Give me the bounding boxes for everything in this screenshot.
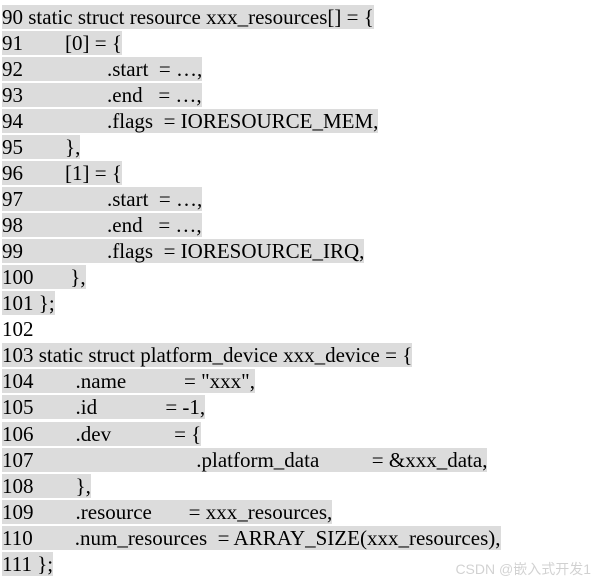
line-text: },	[34, 474, 91, 498]
line-number: 108	[2, 474, 34, 498]
code-line: 111 };	[2, 551, 597, 577]
line-text: .end = …,	[23, 213, 202, 237]
code-line: 100 },	[2, 264, 597, 290]
line-text: },	[34, 265, 86, 289]
line-number: 95	[2, 135, 23, 159]
code-line: 101 };	[2, 290, 597, 316]
line-number: 109	[2, 500, 34, 524]
code-line: 102	[2, 316, 597, 342]
line-text: .flags = IORESOURCE_MEM,	[23, 109, 378, 133]
code-line: 95 },	[2, 134, 597, 160]
line-number: 93	[2, 83, 23, 107]
line-number: 105	[2, 395, 34, 419]
code-line: 105 .id = -1,	[2, 394, 597, 420]
line-text: .num_resources = ARRAY_SIZE(xxx_resource…	[33, 526, 501, 550]
code-line: 97 .start = …,	[2, 186, 597, 212]
code-line: 94 .flags = IORESOURCE_MEM,	[2, 108, 597, 134]
line-number: 102	[2, 317, 34, 341]
line-text: .resource = xxx_resources,	[34, 500, 333, 524]
code-block: 90 static struct resource xxx_resources[…	[0, 0, 597, 581]
line-text: .platform_data = &xxx_data,	[34, 448, 488, 472]
line-text: .start = …,	[23, 57, 202, 81]
line-number: 110	[2, 526, 33, 550]
code-line: 99 .flags = IORESOURCE_IRQ,	[2, 238, 597, 264]
line-number: 104	[2, 369, 34, 393]
line-number: 100	[2, 265, 34, 289]
line-text: [0] = {	[23, 31, 122, 55]
code-line: 93 .end = …,	[2, 82, 597, 108]
line-number: 91	[2, 31, 23, 55]
code-line: 108 },	[2, 473, 597, 499]
line-number: 98	[2, 213, 23, 237]
line-number: 90	[2, 5, 23, 29]
line-text: [1] = {	[23, 161, 122, 185]
line-text: };	[32, 552, 53, 576]
code-line: 107 .platform_data = &xxx_data,	[2, 447, 597, 473]
line-text: };	[34, 291, 55, 315]
line-text: .flags = IORESOURCE_IRQ,	[23, 239, 364, 263]
line-text: .dev = {	[34, 422, 202, 446]
line-text: static struct platform_device xxx_device…	[34, 343, 413, 367]
code-line: 92 .start = …,	[2, 56, 597, 82]
line-number: 96	[2, 161, 23, 185]
line-number: 99	[2, 239, 23, 263]
code-line: 98 .end = …,	[2, 212, 597, 238]
line-number: 111	[2, 552, 32, 576]
line-text: .end = …,	[23, 83, 202, 107]
line-number: 94	[2, 109, 23, 133]
code-line: 106 .dev = {	[2, 421, 597, 447]
line-number: 107	[2, 448, 34, 472]
line-number: 103	[2, 343, 34, 367]
code-line: 110 .num_resources = ARRAY_SIZE(xxx_reso…	[2, 525, 597, 551]
line-text: static struct resource xxx_resources[] =…	[23, 5, 374, 29]
line-text: .start = …,	[23, 187, 202, 211]
line-number: 92	[2, 57, 23, 81]
code-line: 96 [1] = {	[2, 160, 597, 186]
line-text: .id = -1,	[34, 395, 206, 419]
code-line: 109 .resource = xxx_resources,	[2, 499, 597, 525]
line-number: 97	[2, 187, 23, 211]
code-line: 103 static struct platform_device xxx_de…	[2, 342, 597, 368]
code-line: 90 static struct resource xxx_resources[…	[2, 4, 597, 30]
line-number: 101	[2, 291, 34, 315]
code-line: 91 [0] = {	[2, 30, 597, 56]
line-number: 106	[2, 422, 34, 446]
line-text: .name = "xxx",	[34, 369, 255, 393]
line-text: },	[23, 135, 80, 159]
code-line: 104 .name = "xxx",	[2, 368, 597, 394]
